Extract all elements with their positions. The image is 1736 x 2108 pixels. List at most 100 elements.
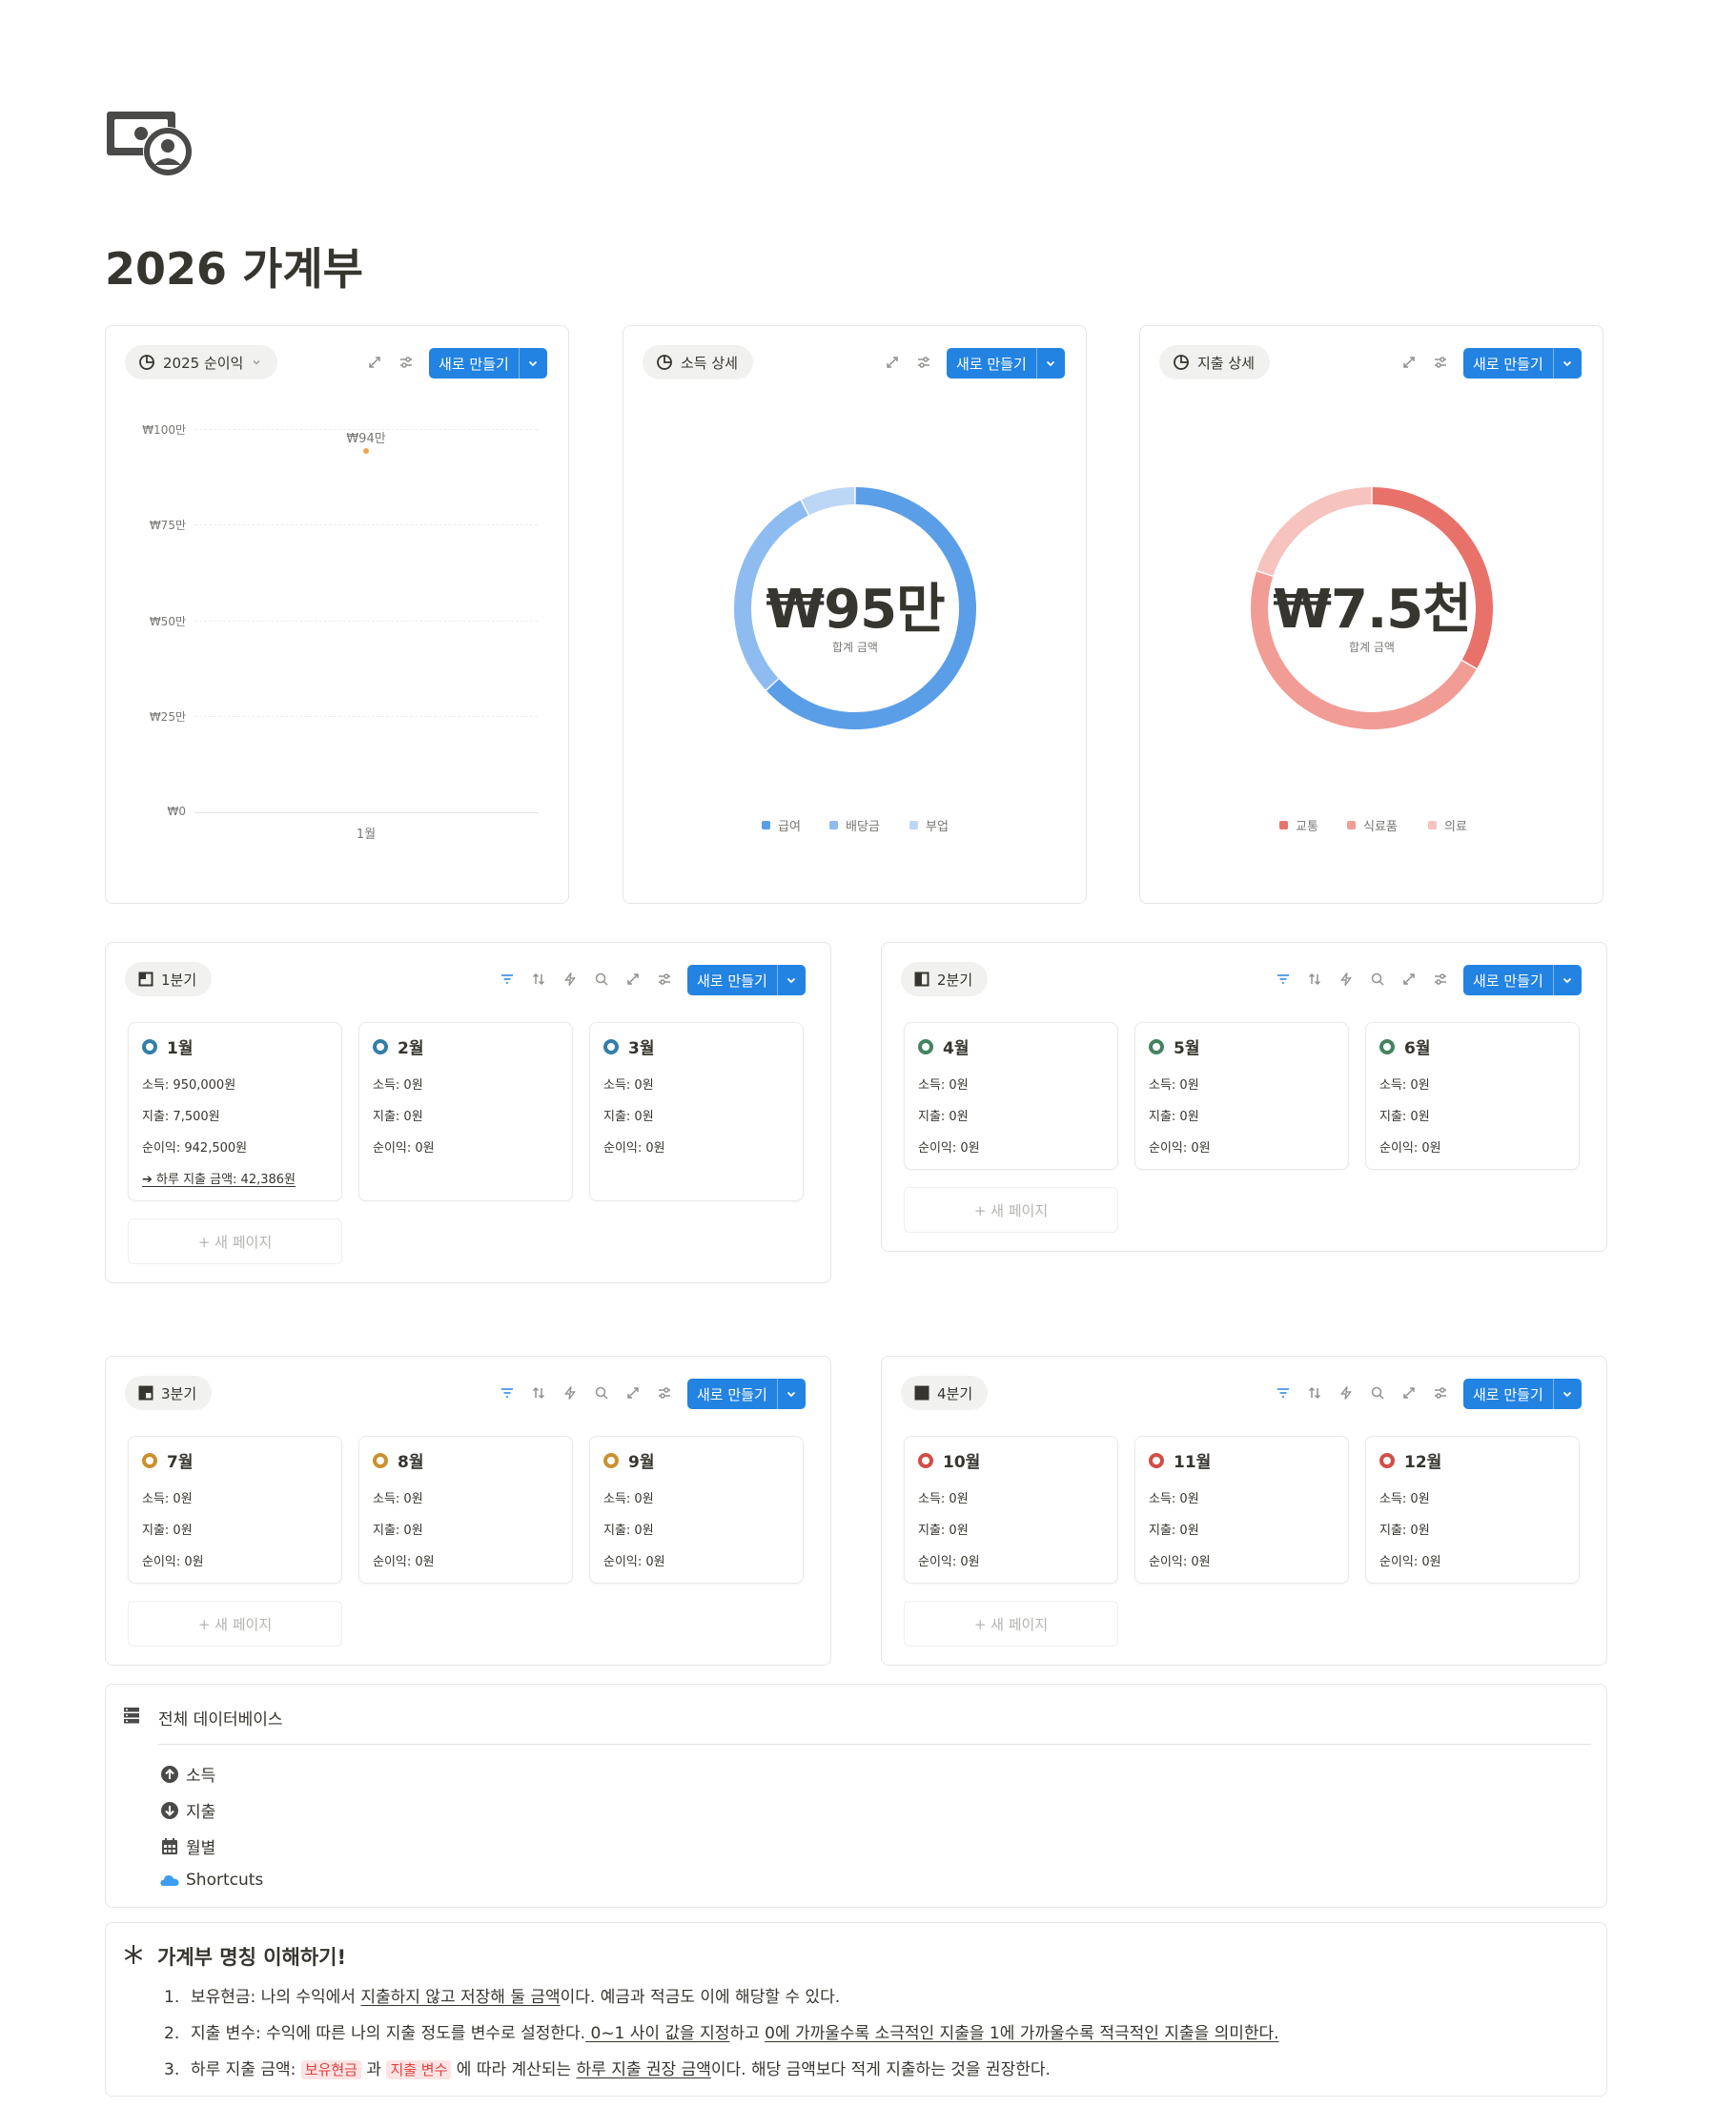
profit-view-tab[interactable]: 2025 순이익: [125, 345, 278, 379]
month-card[interactable]: 5월 소득: 0원 지출: 0원 순이익: 0원: [1134, 1022, 1349, 1170]
legend-item[interactable]: 식료품: [1347, 816, 1398, 834]
new-button[interactable]: 새로 만들기: [429, 348, 547, 379]
chevron-down-icon[interactable]: [1552, 348, 1582, 379]
board-label: 2분기: [937, 971, 973, 989]
page-icon[interactable]: [105, 110, 196, 178]
chevron-down-icon[interactable]: [1035, 348, 1065, 379]
database-link-income[interactable]: 소득: [159, 1762, 215, 1786]
list-text: 보유현금: 나의 수익에서: [191, 1988, 361, 2007]
database-link-shortcuts[interactable]: Shortcuts: [159, 1871, 263, 1890]
settings-icon[interactable]: [654, 969, 675, 990]
legend-item[interactable]: 급여: [762, 816, 801, 834]
month-card[interactable]: 9월 소득: 0원 지출: 0원 순이익: 0원: [589, 1436, 804, 1584]
page-title[interactable]: 2026 가계부: [105, 235, 363, 297]
month-label: 6월: [1404, 1039, 1431, 1058]
legend-item[interactable]: 의료: [1428, 816, 1467, 834]
new-page-button[interactable]: + 새 페이지: [904, 1601, 1118, 1647]
search-icon[interactable]: [591, 969, 612, 990]
sort-icon[interactable]: [528, 969, 549, 990]
sort-icon[interactable]: [1304, 1382, 1325, 1403]
expand-icon[interactable]: [1399, 1382, 1419, 1403]
legend-item[interactable]: 교통: [1279, 816, 1318, 834]
sort-icon[interactable]: [528, 1382, 549, 1403]
list-item[interactable]: 2. 지출 변수: 수익에 따른 나의 지출 정도를 변수로 설정한다. 0~1 …: [164, 2019, 1279, 2043]
legend-swatch: [762, 821, 770, 829]
month-card[interactable]: 4월 소득: 0원 지출: 0원 순이익: 0원: [904, 1022, 1118, 1170]
new-button[interactable]: 새로 만들기: [1463, 348, 1582, 379]
legend-item[interactable]: 부업: [909, 816, 949, 834]
expense-view-tab[interactable]: 지출 상세: [1159, 345, 1270, 379]
automation-icon[interactable]: [560, 1382, 581, 1403]
automation-icon[interactable]: [560, 969, 581, 990]
grid-line: [194, 716, 538, 717]
settings-icon[interactable]: [913, 352, 934, 373]
expand-icon[interactable]: [623, 969, 643, 990]
month-label: 2월: [398, 1039, 424, 1058]
chevron-down-icon[interactable]: [1552, 1379, 1582, 1409]
sort-icon[interactable]: [1304, 969, 1325, 990]
chevron-down-icon[interactable]: [776, 965, 806, 995]
callout-title[interactable]: 가계부 명칭 이해하기!: [157, 1942, 346, 1971]
legend-item[interactable]: 배당금: [829, 816, 880, 834]
new-button[interactable]: 새로 만들기: [687, 1379, 806, 1409]
donut-segment[interactable]: [1256, 487, 1372, 576]
month-card[interactable]: 12월 소득: 0원 지출: 0원 순이익: 0원: [1365, 1436, 1580, 1584]
search-icon[interactable]: [1367, 969, 1388, 990]
chevron-down-icon[interactable]: [776, 1379, 806, 1409]
new-button[interactable]: 새로 만들기: [687, 965, 806, 995]
filter-icon[interactable]: [497, 969, 518, 990]
donut-segment[interactable]: [801, 487, 855, 516]
database-link-label: 소득: [186, 1767, 216, 1786]
expand-icon[interactable]: [623, 1382, 643, 1403]
new-button[interactable]: 새로 만들기: [1463, 1379, 1582, 1409]
filter-icon[interactable]: [497, 1382, 518, 1403]
income-view-tab[interactable]: 소득 상세: [643, 345, 753, 379]
board-view-tab[interactable]: 3분기: [125, 1376, 213, 1410]
automation-icon[interactable]: [1336, 969, 1357, 990]
settings-icon[interactable]: [1430, 352, 1451, 373]
profit-view-label: 2025 순이익: [163, 354, 244, 372]
database-title[interactable]: 전체 데이터베이스: [158, 1706, 283, 1729]
new-button[interactable]: 새로 만들기: [947, 348, 1065, 379]
income-line: 소득: 950,000원: [142, 1078, 236, 1093]
search-icon[interactable]: [591, 1382, 612, 1403]
y-tick-label: ₩100만: [142, 423, 186, 437]
list-item[interactable]: 3. 하루 지출 금액: 보유현금 과 지출 변수 에 따라 계산되는 하루 지출…: [164, 2056, 1051, 2079]
month-card[interactable]: 8월 소득: 0원 지출: 0원 순이익: 0원: [358, 1436, 573, 1584]
month-card[interactable]: 7월 소득: 0원 지출: 0원 순이익: 0원: [128, 1436, 342, 1584]
expand-icon[interactable]: [1399, 352, 1419, 373]
settings-icon[interactable]: [654, 1382, 675, 1403]
board-view-tab[interactable]: 2분기: [901, 962, 989, 996]
settings-icon[interactable]: [396, 352, 417, 373]
new-page-button[interactable]: + 새 페이지: [128, 1218, 342, 1264]
new-page-button[interactable]: + 새 페이지: [904, 1187, 1118, 1233]
board-view-tab[interactable]: 4분기: [901, 1376, 989, 1410]
automation-icon[interactable]: [1336, 1382, 1357, 1403]
list-item[interactable]: 1. 보유현금: 나의 수익에서 지출하지 않고 저장해 둘 금액이다. 예금과 …: [164, 1983, 840, 2007]
profit-line: 순이익: 0원: [918, 1555, 980, 1569]
expand-icon[interactable]: [1399, 969, 1419, 990]
filter-icon[interactable]: [1273, 969, 1294, 990]
settings-icon[interactable]: [1430, 969, 1451, 990]
database-link-monthly[interactable]: 월별: [159, 1834, 215, 1858]
month-label: 10월: [943, 1453, 981, 1472]
settings-icon[interactable]: [1430, 1382, 1451, 1403]
search-icon[interactable]: [1367, 1382, 1388, 1403]
month-card[interactable]: 11월 소득: 0원 지출: 0원 순이익: 0원: [1134, 1436, 1349, 1584]
chevron-down-icon[interactable]: [518, 348, 547, 379]
month-card[interactable]: 1월 소득: 950,000원 지출: 7,500원 순이익: 942,500원…: [128, 1022, 342, 1201]
chevron-down-icon[interactable]: [1552, 965, 1582, 995]
expand-icon[interactable]: [882, 352, 903, 373]
month-card[interactable]: 6월 소득: 0원 지출: 0원 순이익: 0원: [1365, 1022, 1580, 1170]
filter-icon[interactable]: [1273, 1382, 1294, 1403]
database-link-expense[interactable]: 지출: [159, 1798, 215, 1822]
new-button[interactable]: 새로 만들기: [1463, 965, 1582, 995]
expand-icon[interactable]: [364, 352, 385, 373]
month-card[interactable]: 10월 소득: 0원 지출: 0원 순이익: 0원: [904, 1436, 1118, 1584]
month-card[interactable]: 2월 소득: 0원 지출: 0원 순이익: 0원: [358, 1022, 573, 1201]
data-point[interactable]: [363, 448, 369, 455]
new-page-button[interactable]: + 새 페이지: [128, 1601, 342, 1647]
board-view-tab[interactable]: 1분기: [125, 962, 213, 996]
month-card[interactable]: 3월 소득: 0원 지출: 0원 순이익: 0원: [589, 1022, 804, 1201]
grid-line: [194, 621, 538, 622]
